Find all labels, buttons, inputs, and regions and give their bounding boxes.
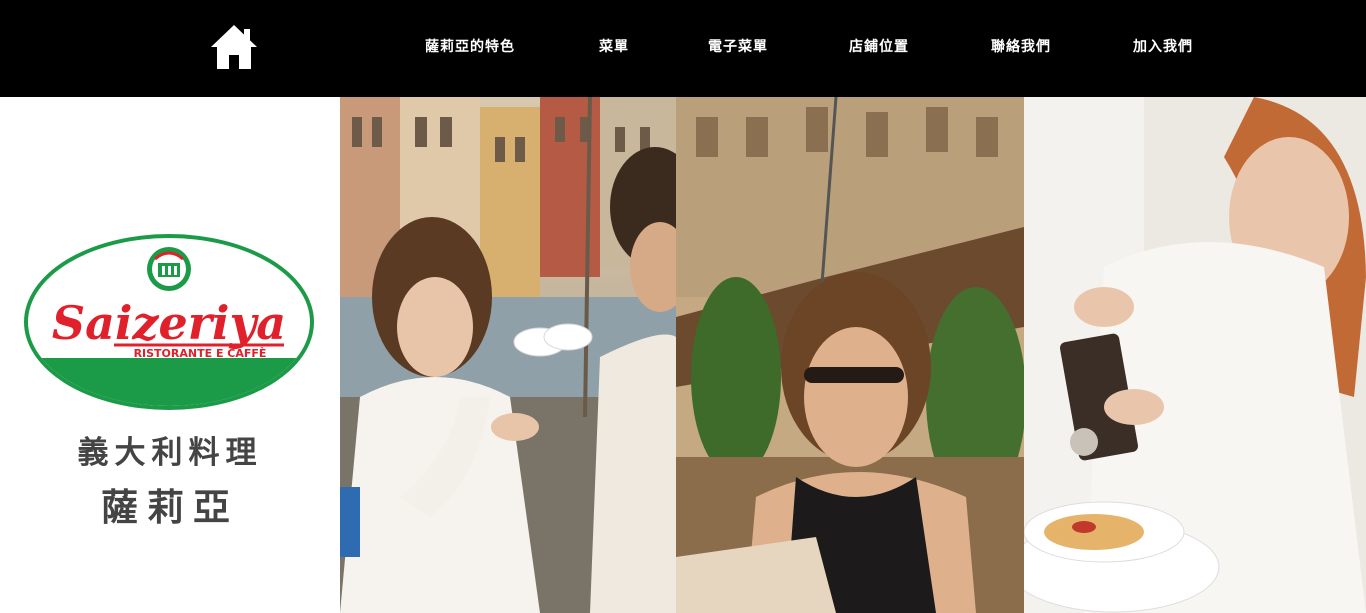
tagline-italian-cuisine: 義大利料理 (77, 435, 263, 471)
emblem-icon (147, 247, 191, 291)
nav-item-join-us[interactable]: 加入我們 (1133, 36, 1193, 56)
gallery-photo-espresso-toast (340, 97, 676, 613)
nav-item-store-locations[interactable]: 店鋪位置 (849, 36, 909, 56)
top-navigation-bar: 薩莉亞的特色 菜單 電子菜單 店鋪位置 聯絡我們 加入我們 (0, 0, 1366, 97)
nav-item-features[interactable]: 薩莉亞的特色 (425, 36, 515, 56)
brand-panel: Saizeriya Saizeriya RISTORANTE E CAFFÈ 義… (0, 97, 340, 613)
gallery-photo-chef-pasta (1024, 97, 1366, 613)
logo-wordmark: Saizeriya (52, 296, 286, 350)
saizeriya-logo: Saizeriya Saizeriya RISTORANTE E CAFFÈ (24, 234, 314, 410)
photo-cafe-woman (676, 97, 1024, 613)
main-nav: 薩莉亞的特色 菜單 電子菜單 店鋪位置 聯絡我們 加入我們 (0, 0, 1366, 97)
nav-item-contact-us[interactable]: 聯絡我們 (991, 36, 1051, 56)
nav-item-menu[interactable]: 菜單 (599, 36, 629, 56)
tagline-brand-name: 薩莉亞 (101, 485, 239, 529)
nav-item-e-menu[interactable]: 電子菜單 (708, 36, 768, 56)
photo-espresso-toast (340, 97, 676, 613)
gallery-photo-cafe-woman (676, 97, 1024, 613)
photo-chef-pasta (1024, 97, 1366, 613)
logo-subtext: RISTORANTE E CAFFÈ (134, 347, 267, 360)
